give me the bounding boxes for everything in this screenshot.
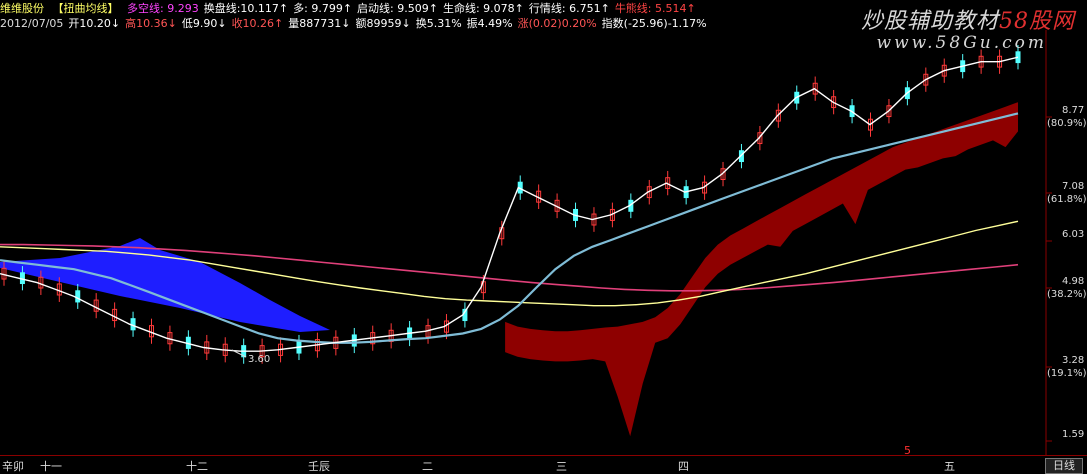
x-tick-label: 二 — [422, 460, 433, 473]
x-tick-label: 三 — [556, 460, 567, 473]
chart-canvas: 3.60 — [0, 0, 1087, 473]
header2-item: 开10.20↓ — [68, 17, 121, 30]
header2-item: 低9.90↓ — [181, 17, 227, 30]
header2-item: 换5.31% — [415, 17, 462, 30]
header2-item: 指数(-25.96)-1.17% — [601, 17, 707, 30]
x-tick-label: 壬辰 — [308, 460, 330, 473]
header1-item: 启动线: 9.509↑ — [357, 2, 438, 15]
indicator-name[interactable]: 【扭曲均线】 — [53, 2, 119, 15]
header2-item: 额89959↓ — [355, 17, 411, 30]
x-tick-label: 十一 — [40, 460, 62, 473]
x-tick-label: 十二 — [186, 460, 208, 473]
watermark-text-b: 58股网 — [999, 9, 1075, 34]
header1-item: 牛熊线: 5.514↑ — [614, 2, 696, 15]
header1-item: 行情线: 6.751↑ — [528, 2, 610, 15]
header2-item: 振4.49% — [466, 17, 513, 30]
x-tick-label: 四 — [678, 460, 689, 473]
header2-item: 收10.26↑ — [231, 17, 284, 30]
min-annotation-label: 3.60 — [248, 354, 270, 365]
header1-item: 多: 9.799↑ — [293, 2, 353, 15]
header1-item: 换盘线:10.117↑ — [203, 2, 289, 15]
header2-item: 涨(0.02)0.20% — [517, 17, 597, 30]
header2-item: 2012/07/05 — [0, 17, 64, 30]
y-tick-pct: (38.2%) — [1047, 289, 1087, 300]
header1-item: 多空线: 9.293 — [127, 2, 199, 15]
y-tick-label: 6.03 — [1062, 229, 1085, 240]
header2-item: 高10.36↓ — [125, 17, 177, 30]
x-tick-label: 五 — [944, 460, 955, 473]
day-period-button[interactable]: 日线 — [1045, 458, 1083, 474]
red-marker: 5 — [904, 444, 911, 457]
stock-name: 维维股份 — [0, 2, 44, 15]
candle-body — [75, 290, 81, 303]
y-tick-label: 7.08 — [1062, 181, 1085, 192]
x-tick-label: 辛卯 — [2, 460, 24, 473]
header-line-2: 2012/07/05 开10.20↓ 高10.36↓ 低9.90↓ 收10.26↑ 量88… — [0, 16, 717, 32]
x-axis-bar — [0, 455, 1087, 474]
watermark-url: www.58Gu.com — [876, 33, 1047, 53]
y-tick-label: 8.77 — [1062, 105, 1085, 116]
y-tick-label: 3.28 — [1062, 355, 1085, 366]
y-tick-pct: (80.9%) — [1047, 118, 1087, 129]
header-line-1: 维维股份 【扭曲均线】 多空线: 9.293 换盘线:10.117↑ 多: 9.79… — [0, 1, 706, 17]
y-tick-label: 4.98 — [1062, 276, 1085, 287]
y-tick-pct: (61.8%) — [1047, 194, 1087, 205]
y-tick-pct: (19.1%) — [1047, 368, 1087, 379]
y-tick-label: 1.59 — [1062, 429, 1085, 440]
watermark-title: 炒股辅助教材58股网 — [861, 3, 1075, 35]
header2-item: 量887731↓ — [288, 17, 351, 30]
watermark-text-a: 炒股辅助教材 — [860, 9, 999, 34]
header1-item: 生命线: 9.078↑ — [442, 2, 524, 15]
